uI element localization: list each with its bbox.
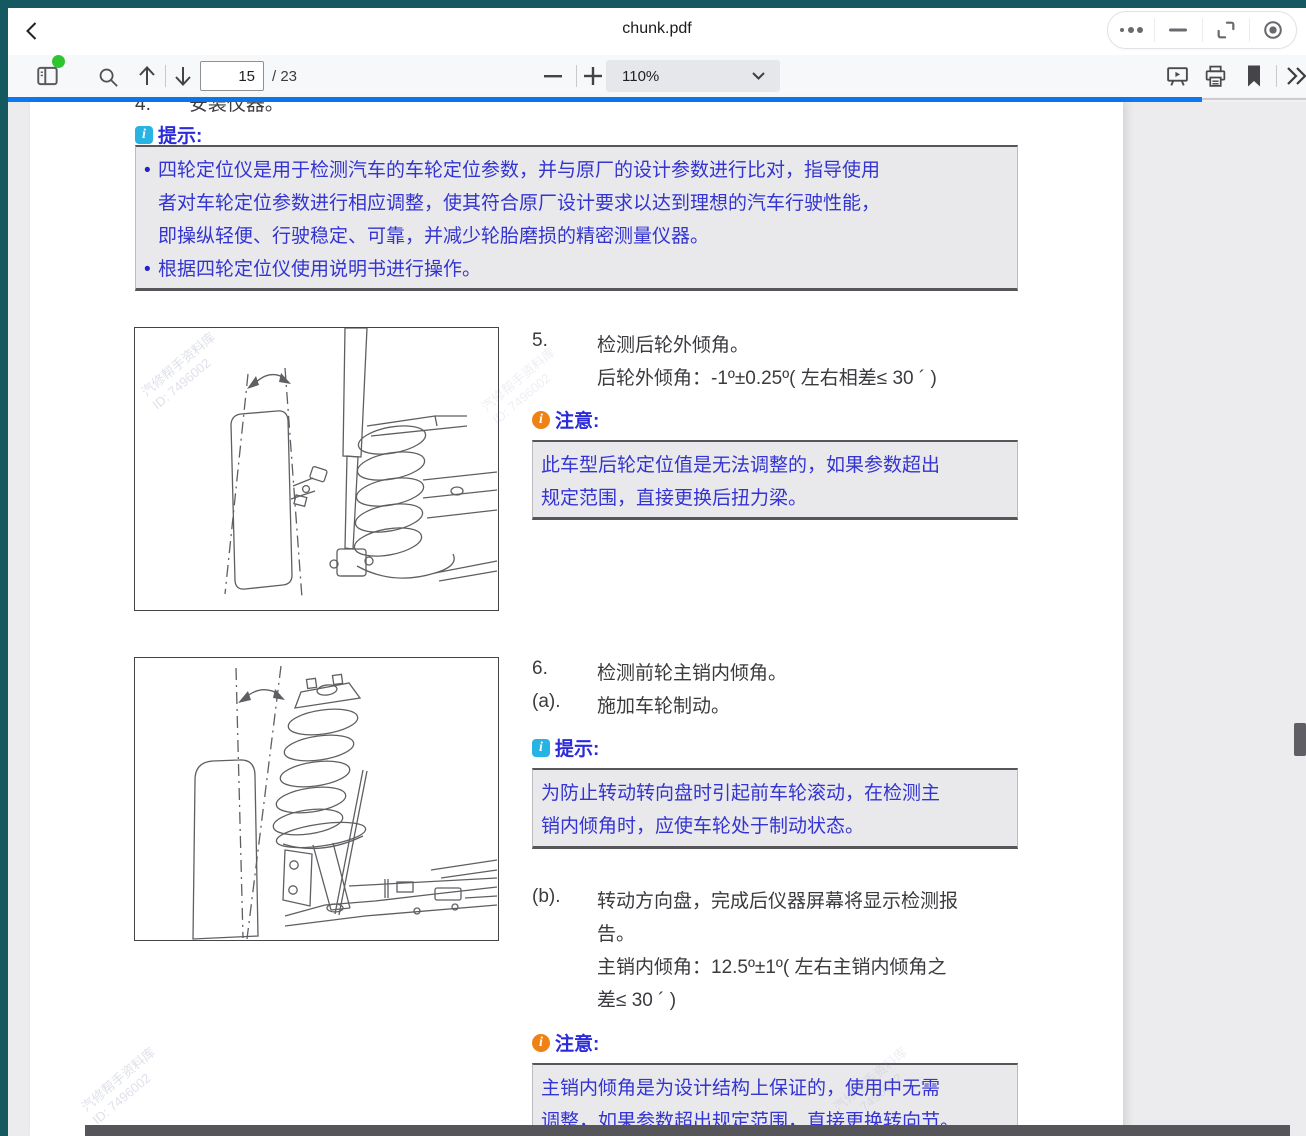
record-icon: [1262, 19, 1284, 41]
bookmark-icon: [1245, 64, 1263, 88]
sidebar-toggle-button[interactable]: [32, 61, 64, 91]
rear-suspension-illustration: [135, 328, 498, 610]
arrow-down-icon: [172, 64, 194, 88]
pdf-viewer-window: chunk.pdf: [0, 0, 1306, 1136]
next-page-button[interactable]: [170, 62, 196, 90]
tip-box-alignment-intro: • 四轮定位仪是用于检测汽车的车轮定位参数，并与原厂的设计参数进行比对，指导使用…: [135, 145, 1018, 291]
diagram-rear-camber: [134, 327, 499, 611]
info-note-icon: i: [532, 1034, 550, 1052]
previous-page-button[interactable]: [134, 62, 160, 90]
window-border-top: [0, 0, 1306, 8]
recording-control-pill: [1107, 11, 1297, 49]
loading-progress-track: [1202, 98, 1306, 100]
minimize-icon: [1168, 27, 1188, 33]
front-strut-illustration: [135, 658, 498, 940]
info-note-icon: i: [532, 411, 550, 429]
step5-spec: 后轮外倾角：-1º±0.25º( 左右相差≤ 30 ´ ): [597, 363, 937, 390]
bullet-icon: •: [144, 154, 151, 187]
bottom-overlay-bar: [85, 1125, 1290, 1136]
note-label: 注意:: [555, 1029, 599, 1056]
step6b-line1: 转动方向盘，完成后仪器屏幕将显示检测报: [597, 886, 958, 913]
zoom-level-value: 110%: [622, 68, 752, 85]
bullet-icon: •: [144, 253, 151, 286]
arrow-up-icon: [136, 64, 158, 88]
print-button[interactable]: [1200, 62, 1230, 90]
pdf-toolbar: / 23 110%: [8, 55, 1306, 97]
step6b-line2: 告。: [597, 919, 635, 946]
note-label-row: i 注意:: [532, 1029, 599, 1056]
ellipsis-icon: [1118, 25, 1144, 35]
note-box-rear-alignment: 此车型后轮定位值是无法调整的，如果参数超出 规定范围，直接更换后扭力梁。: [532, 440, 1018, 520]
presentation-button[interactable]: [1162, 62, 1192, 90]
clipped-step4-line: 4. 安装仪器。: [135, 102, 555, 112]
toolbar-divider: [1276, 65, 1277, 87]
step6b-number: (b).: [532, 886, 561, 908]
zoom-in-button[interactable]: [580, 63, 606, 89]
search-button[interactable]: [94, 63, 122, 91]
zoom-out-button[interactable]: [540, 63, 566, 89]
plus-icon: [584, 67, 602, 85]
bookmark-button[interactable]: [1240, 62, 1268, 90]
minimize-button[interactable]: [1155, 12, 1201, 48]
printer-icon: [1203, 64, 1228, 89]
tip-label: 提示:: [158, 121, 202, 148]
page-number-input[interactable]: [200, 61, 264, 91]
chevron-down-icon: [752, 72, 765, 80]
step5-number: 5.: [532, 330, 548, 352]
step6a-number: (a).: [532, 691, 561, 713]
tip-label-row: i 提示:: [532, 734, 599, 761]
info-tip-icon: i: [135, 126, 153, 144]
page-count-label: / 23: [272, 68, 297, 85]
expand-button[interactable]: [1203, 12, 1249, 48]
more-options-button[interactable]: [1108, 12, 1154, 48]
step6b-spec-line1: 主销内倾角：12.5º±1º( 左右主销内倾角之: [597, 952, 946, 979]
step6a-text: 施加车轮制动。: [597, 691, 730, 718]
step5-title: 检测后轮外倾角。: [597, 330, 749, 357]
minus-icon: [544, 74, 562, 78]
window-border-left: [0, 8, 8, 1136]
expand-icon: [1215, 19, 1237, 41]
step6-number: 6.: [532, 658, 548, 680]
step6-title: 检测前轮主销内倾角。: [597, 658, 787, 685]
tip-label-row: i 提示:: [135, 121, 202, 148]
tip-label: 提示:: [555, 734, 599, 761]
record-button[interactable]: [1250, 12, 1296, 48]
note-label-row: i 注意:: [532, 406, 599, 433]
zoom-level-select[interactable]: 110%: [606, 60, 780, 92]
toolbar-divider: [576, 65, 577, 87]
vertical-scrollbar-thumb[interactable]: [1294, 723, 1306, 756]
tip-box-brake-wheels: 为防止转动转向盘时引起前车轮滚动，在检测主 销内倾角时，应使车轮处于制动状态。: [532, 768, 1018, 849]
more-tools-button[interactable]: [1282, 63, 1306, 89]
chevrons-right-icon: [1284, 66, 1306, 86]
step6b-spec-line2: 差≤ 30 ´ ): [597, 985, 676, 1012]
watermark: 汽修帮手资料库ID: 7496002: [78, 1043, 170, 1128]
info-tip-icon: i: [532, 739, 550, 757]
presentation-icon: [1165, 64, 1190, 89]
pdf-page: 4. 安装仪器。 i 提示: • 四轮定位仪是用于检测汽车的车轮定位参数，并与原…: [30, 102, 1123, 1136]
diagram-kingpin-inclination: [134, 657, 499, 941]
note-label: 注意:: [555, 406, 599, 433]
notification-dot: [52, 55, 65, 68]
toolbar-divider: [165, 65, 166, 87]
search-icon: [97, 66, 120, 89]
